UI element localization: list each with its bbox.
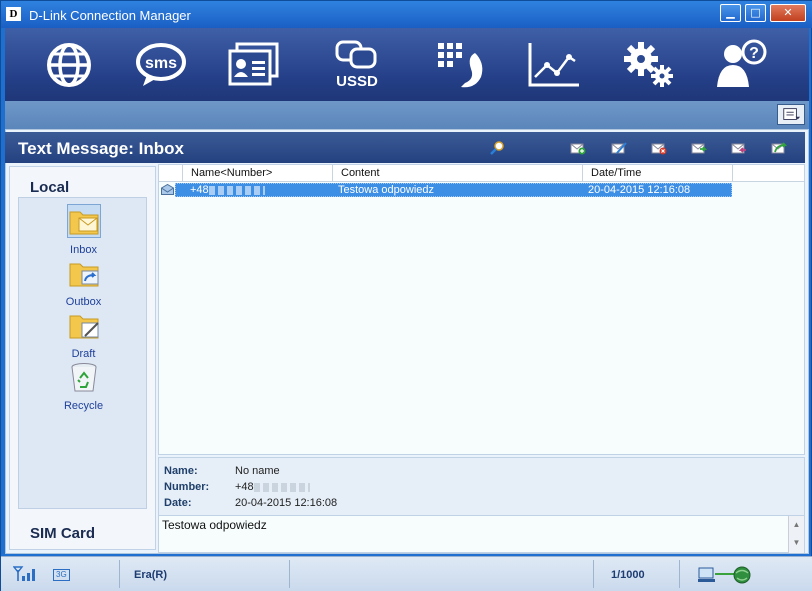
window-title: D-Link Connection Manager: [29, 8, 191, 23]
cell-datetime: 20-04-2015 12:16:08: [588, 184, 691, 196]
statistics-chart-icon: [528, 43, 579, 87]
dialpad-phone-icon: [438, 43, 483, 88]
sim-card-label[interactable]: SIM Card: [30, 525, 95, 542]
network-type-badge: 3G: [53, 569, 70, 581]
folder-label: Recycle: [63, 400, 104, 412]
read-message-icon: [161, 184, 174, 195]
connection-status-icon[interactable]: [698, 565, 752, 585]
table-row[interactable]: +48 Testowa odpowiedz 20-04-2015 12:16:0…: [159, 183, 732, 197]
svg-text:?: ?: [749, 45, 759, 62]
ussd-button[interactable]: USSD: [321, 36, 393, 94]
page-title: Text Message: Inbox: [18, 139, 184, 158]
message-detail: Name: No name Number: +48 Date: 20-04-20…: [158, 457, 805, 553]
status-separator: [119, 560, 120, 588]
status-separator: [593, 560, 594, 588]
app-window: D D-Link Connection Manager ▁ □ ✕ sms US…: [0, 0, 812, 591]
statistics-button[interactable]: [517, 36, 589, 94]
sms-icon: sms: [136, 43, 186, 86]
number-label: Number:: [164, 481, 210, 493]
status-bar: 3G Era(R) 1/1000: [1, 556, 812, 591]
masked-digits: [253, 482, 310, 492]
cell-content: Testowa odpowiedz: [338, 184, 435, 196]
maximize-button[interactable]: □: [745, 4, 766, 22]
sms-count: 1/1000: [611, 569, 645, 581]
section-header: Text Message: Inbox: [5, 132, 805, 163]
edit-message-icon[interactable]: [611, 141, 627, 155]
reply-all-icon[interactable]: [771, 141, 787, 155]
settings-button[interactable]: [613, 36, 685, 94]
message-scrollbar[interactable]: ▲ ▼: [788, 516, 804, 553]
folder-inbox[interactable]: Inbox: [19, 204, 148, 256]
ussd-icon: USSD: [335, 40, 378, 90]
column-name[interactable]: Name<Number>: [183, 165, 333, 182]
masked-digits: [208, 185, 265, 195]
folder-outbox[interactable]: Outbox: [19, 256, 148, 308]
settings-gears-icon: [624, 42, 673, 87]
outbox-folder-icon: [69, 263, 98, 287]
draft-folder-icon: [69, 315, 99, 339]
local-folders: Inbox Outbox Draft Recycle: [18, 197, 147, 509]
date-value: 20-04-2015 12:16:08: [235, 497, 338, 509]
app-logo-icon: D: [6, 7, 21, 21]
status-separator: [679, 560, 680, 588]
message-list: Name<Number> Content Date/Time +48 Testo…: [158, 164, 805, 455]
signal-strength-icon: [13, 566, 35, 581]
inbox-folder-icon: [66, 204, 101, 238]
view-toggle-button[interactable]: [777, 104, 805, 125]
delete-message-icon[interactable]: [651, 141, 667, 155]
internet-globe-icon: [47, 43, 91, 87]
message-text: Testowa odpowiedz: [162, 518, 267, 532]
contacts-card-icon: [228, 42, 279, 86]
list-view-icon: [783, 108, 801, 120]
local-storage-label: Local: [30, 179, 70, 196]
name-value: No name: [235, 465, 280, 477]
folder-label: Draft: [71, 348, 96, 360]
svg-text:sms: sms: [145, 55, 177, 72]
reply-message-icon[interactable]: [731, 141, 747, 155]
scroll-up-icon[interactable]: ▲: [789, 516, 804, 534]
column-content[interactable]: Content: [333, 165, 583, 182]
name-label: Name:: [164, 465, 198, 477]
status-separator: [289, 560, 290, 588]
forward-message-icon[interactable]: [691, 141, 707, 155]
column-status[interactable]: [159, 165, 183, 182]
internet-button[interactable]: [33, 36, 105, 94]
recycle-bin-icon: [71, 363, 96, 392]
help-button[interactable]: ?: [705, 36, 777, 94]
new-message-icon[interactable]: [570, 141, 586, 155]
sub-bar: [5, 101, 809, 129]
number-value: +48: [235, 481, 310, 493]
search-icon[interactable]: [489, 141, 505, 155]
minimize-button[interactable]: ▁: [720, 4, 741, 22]
column-datetime[interactable]: Date/Time: [583, 165, 733, 182]
cell-number: +48: [190, 184, 265, 196]
folder-draft[interactable]: Draft: [19, 308, 148, 360]
contacts-button[interactable]: [217, 36, 289, 94]
title-bar[interactable]: D D-Link Connection Manager ▁ □ ✕: [1, 1, 812, 28]
main-toolbar: sms USSD ?: [5, 28, 809, 101]
operator-name: Era(R): [134, 569, 168, 581]
scroll-down-icon[interactable]: ▼: [789, 534, 804, 552]
folder-label: Inbox: [70, 244, 97, 256]
message-body[interactable]: Testowa odpowiedz ▲ ▼: [159, 515, 804, 553]
folder-recycle[interactable]: Recycle: [19, 360, 148, 412]
help-user-icon: ?: [717, 39, 767, 87]
list-header: Name<Number> Content Date/Time: [159, 165, 804, 182]
date-label: Date:: [164, 497, 192, 509]
svg-text:USSD: USSD: [336, 73, 378, 90]
dialpad-button[interactable]: [423, 36, 495, 94]
folder-label: Outbox: [65, 296, 102, 308]
close-button[interactable]: ✕: [770, 4, 806, 22]
folder-panel: Local Inbox Outbox Draft Recycle SIM Car…: [9, 166, 156, 550]
sms-button[interactable]: sms: [125, 36, 197, 94]
